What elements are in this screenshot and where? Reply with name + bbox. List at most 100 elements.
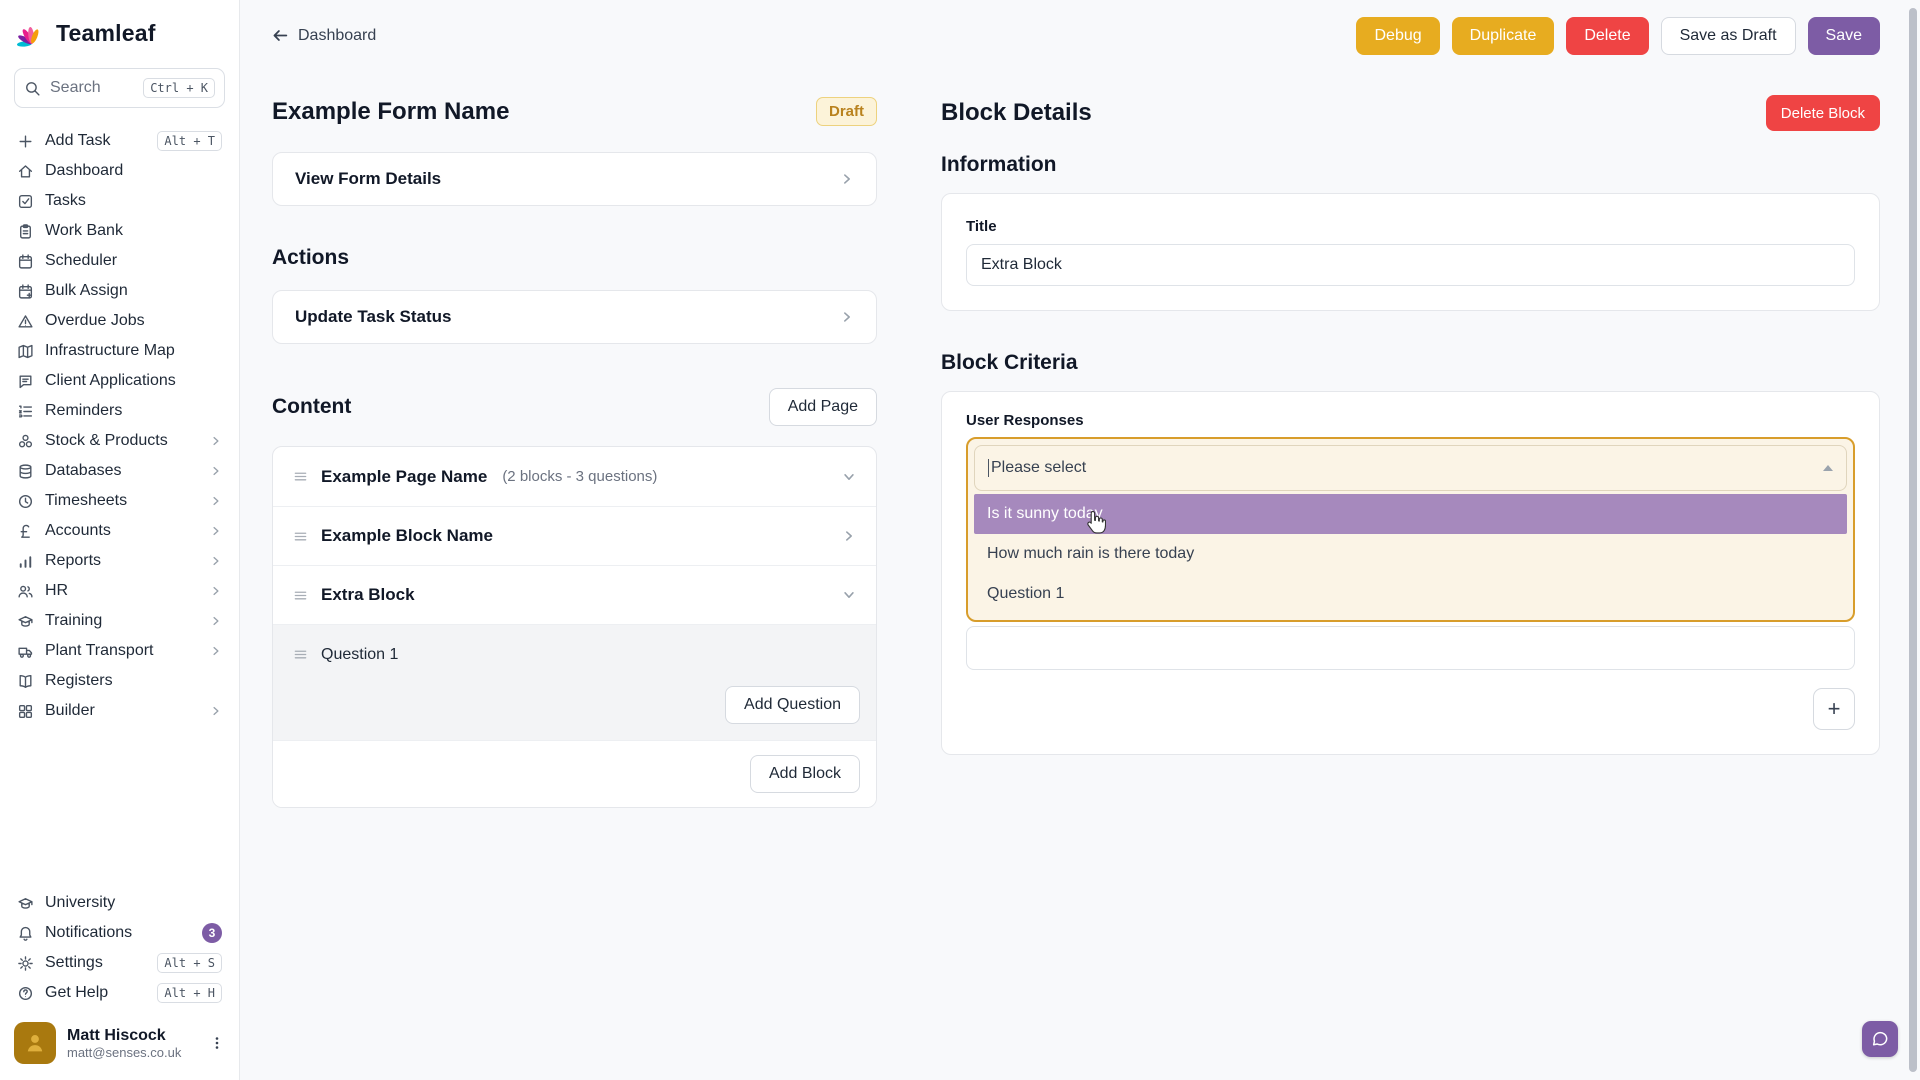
update-task-status-row[interactable]: Update Task Status	[272, 290, 877, 344]
sidebar-item-get-help[interactable]: Get Help Alt + H	[14, 978, 225, 1008]
page-meta: (2 blocks - 3 questions)	[502, 468, 657, 485]
sidebar-nav: Add Task Alt + T Dashboard Tasks Work Ba…	[14, 126, 225, 726]
sidebar-item-stock-products[interactable]: Stock & Products	[14, 426, 225, 456]
sidebar-item-label: Tasks	[45, 192, 86, 210]
back-arrow-icon	[272, 27, 289, 44]
sidebar-footer: University Notifications 3 Settings Alt …	[14, 888, 225, 1064]
dropdown-option[interactable]: Question 1	[974, 574, 1847, 614]
search-icon	[24, 80, 41, 97]
drag-handle-icon[interactable]	[293, 469, 308, 484]
chevron-down-icon	[842, 470, 856, 484]
sidebar-item-reports[interactable]: Reports	[14, 546, 225, 576]
sidebar-item-notifications[interactable]: Notifications 3	[14, 918, 225, 948]
chevron-right-icon	[840, 310, 854, 324]
user-email: matt@senses.co.uk	[67, 1045, 181, 1060]
add-page-button[interactable]: Add Page	[769, 388, 877, 426]
sidebar-item-tasks[interactable]: Tasks	[14, 186, 225, 216]
calendar-icon	[17, 253, 34, 270]
sidebar-item-plant-transport[interactable]: Plant Transport	[14, 636, 225, 666]
chevron-right-icon	[210, 585, 222, 597]
title-input[interactable]: Extra Block	[966, 244, 1855, 286]
user-name: Matt Hiscock	[67, 1026, 181, 1045]
sidebar-item-bulk-assign[interactable]: Bulk Assign	[14, 276, 225, 306]
question-row[interactable]: Question 1	[273, 625, 876, 684]
check-square-icon	[17, 193, 34, 210]
view-form-details-row[interactable]: View Form Details	[272, 152, 877, 206]
graduation-cap-icon	[17, 895, 34, 912]
question-name: Question 1	[321, 646, 398, 664]
app-logo[interactable]: Teamleaf	[16, 18, 223, 48]
bar-chart-icon	[17, 553, 34, 570]
pound-icon	[17, 523, 34, 540]
block-row[interactable]: Extra Block	[273, 565, 876, 624]
sidebar-item-university[interactable]: University	[14, 888, 225, 918]
sidebar-item-work-bank[interactable]: Work Bank	[14, 216, 225, 246]
chevron-right-icon	[210, 555, 222, 567]
sidebar-item-overdue-jobs[interactable]: Overdue Jobs	[14, 306, 225, 336]
add-block-button[interactable]: Add Block	[750, 755, 860, 793]
title-field-label: Title	[966, 218, 1855, 235]
sidebar-item-label: Reminders	[45, 402, 122, 420]
sidebar-item-timesheets[interactable]: Timesheets	[14, 486, 225, 516]
boxes-icon	[17, 433, 34, 450]
questions-section: Question 1 Add Question	[273, 624, 876, 740]
sidebar-item-accounts[interactable]: Accounts	[14, 516, 225, 546]
sidebar-item-hr[interactable]: HR	[14, 576, 225, 606]
sidebar-item-reminders[interactable]: Reminders	[14, 396, 225, 426]
chevron-right-icon	[210, 525, 222, 537]
help-circle-icon	[17, 985, 34, 1002]
sidebar-item-builder[interactable]: Builder	[14, 696, 225, 726]
clock-icon	[17, 493, 34, 510]
sidebar-item-label: Settings	[45, 954, 103, 972]
update-task-status-label: Update Task Status	[295, 307, 452, 327]
search-input[interactable]: Search Ctrl + K	[14, 68, 225, 108]
delete-button[interactable]: Delete	[1566, 17, 1648, 55]
back-to-dashboard[interactable]: Dashboard	[272, 27, 376, 45]
drag-handle-icon[interactable]	[293, 588, 308, 603]
search-placeholder: Search	[50, 79, 101, 97]
sidebar-item-client-applications[interactable]: Client Applications	[14, 366, 225, 396]
chevron-right-icon	[210, 435, 222, 447]
user-responses-select[interactable]: Please select	[974, 445, 1847, 491]
block-details-panel: Block Details Delete Block Information T…	[941, 71, 1880, 755]
save-button[interactable]: Save	[1808, 17, 1880, 55]
sidebar-item-dashboard[interactable]: Dashboard	[14, 156, 225, 186]
sidebar-item-registers[interactable]: Registers	[14, 666, 225, 696]
sidebar-item-settings[interactable]: Settings Alt + S	[14, 948, 225, 978]
drag-handle-icon[interactable]	[293, 647, 308, 662]
text-caret	[988, 459, 989, 477]
user-profile[interactable]: Matt Hiscock matt@senses.co.uk	[14, 1022, 225, 1064]
sidebar-item-infrastructure-map[interactable]: Infrastructure Map	[14, 336, 225, 366]
debug-button[interactable]: Debug	[1356, 17, 1439, 55]
drag-handle-icon[interactable]	[293, 529, 308, 544]
chevron-right-icon	[210, 465, 222, 477]
block-row[interactable]: Example Block Name	[273, 506, 876, 565]
sidebar-item-training[interactable]: Training	[14, 606, 225, 636]
chat-button[interactable]	[1862, 1021, 1898, 1057]
option-label: Question 1	[987, 585, 1064, 603]
criteria-input[interactable]	[966, 626, 1855, 670]
users-icon	[17, 583, 34, 600]
page-row[interactable]: Example Page Name (2 blocks - 3 question…	[273, 447, 876, 506]
search-shortcut: Ctrl + K	[143, 78, 215, 98]
dropdown-option-highlighted[interactable]: Is it sunny today	[974, 494, 1847, 534]
save-as-draft-button[interactable]: Save as Draft	[1661, 17, 1796, 55]
dropdown-option[interactable]: How much rain is there today	[974, 534, 1847, 574]
delete-block-button[interactable]: Delete Block	[1766, 95, 1880, 131]
shortcut-hint: Alt + S	[157, 953, 222, 973]
sidebar-item-label: Bulk Assign	[45, 282, 128, 300]
select-placeholder: Please select	[991, 459, 1086, 477]
sidebar-item-label: HR	[45, 582, 68, 600]
scrollbar[interactable]	[1909, 8, 1917, 1072]
add-question-button[interactable]: Add Question	[725, 686, 860, 724]
graduation-cap-icon	[17, 613, 34, 630]
sidebar-item-scheduler[interactable]: Scheduler	[14, 246, 225, 276]
content: Example Form Name Draft View Form Detail…	[240, 71, 1920, 808]
add-criteria-button[interactable]: +	[1813, 688, 1855, 730]
kebab-menu-icon[interactable]	[209, 1035, 225, 1051]
database-icon	[17, 463, 34, 480]
duplicate-button[interactable]: Duplicate	[1452, 17, 1555, 55]
sidebar-item-add-task[interactable]: Add Task Alt + T	[14, 126, 225, 156]
sidebar-item-label: Builder	[45, 702, 95, 720]
sidebar-item-databases[interactable]: Databases	[14, 456, 225, 486]
